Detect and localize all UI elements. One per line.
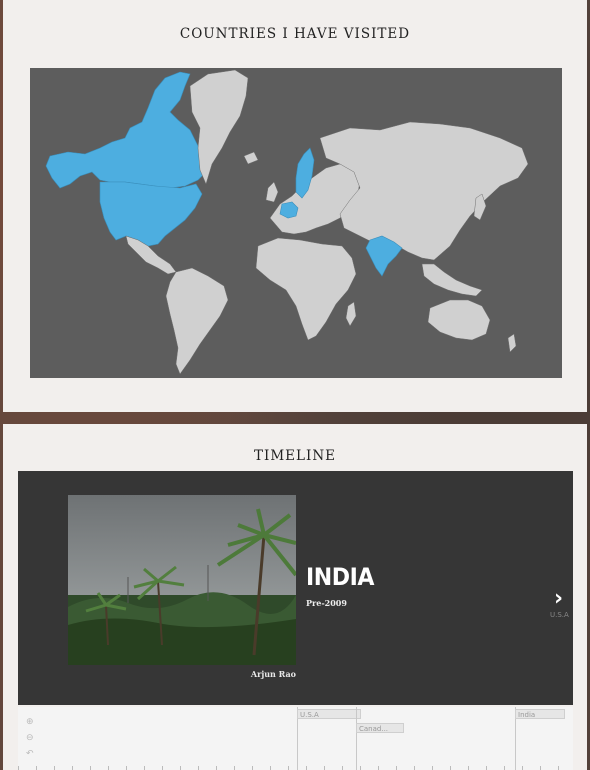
next-slide-label[interactable]: U.S.A <box>550 611 569 619</box>
zoom-out-icon[interactable]: ⊖ <box>26 733 36 743</box>
timeline-marker-india[interactable]: India <box>515 709 565 719</box>
timeline-section-title: Timeline <box>254 448 336 464</box>
palm-trees-image <box>68 495 296 665</box>
land-africa <box>255 237 357 341</box>
land-uk <box>265 181 279 203</box>
timeline-navigator[interactable]: ⊕ ⊖ ↶ U.S.A Canad... India <box>18 707 573 770</box>
marker-line <box>356 707 357 770</box>
photo-credit: Arjun Rao <box>250 669 296 679</box>
slide-headline: INDIA <box>306 563 375 591</box>
back-icon[interactable]: ↶ <box>26 749 36 759</box>
zoom-in-icon[interactable]: ⊕ <box>26 717 36 727</box>
country-canada[interactable] <box>45 71 209 189</box>
world-map-svg <box>45 69 529 375</box>
map-section-title: Countries I have visited <box>179 26 411 42</box>
slide-photo <box>68 495 296 665</box>
slide-date: Pre-2009 <box>306 598 347 608</box>
land-south-america <box>165 267 229 375</box>
land-iceland <box>243 151 259 165</box>
land-new-zealand <box>507 333 517 353</box>
chevron-right-icon[interactable]: › <box>554 587 568 611</box>
timeline-panel: Timeline <box>3 424 587 770</box>
land-se-asia <box>421 263 483 297</box>
map-panel: Countries I have visited <box>3 0 587 412</box>
land-australia <box>427 299 491 341</box>
country-usa[interactable] <box>99 181 203 247</box>
world-map[interactable] <box>30 68 562 378</box>
timeline-marker-canada[interactable]: Canad... <box>356 723 404 733</box>
timeline-slide: Arjun Rao INDIA Pre-2009 › U.S.A <box>18 471 573 705</box>
timeline-marker-usa[interactable]: U.S.A <box>297 709 361 719</box>
timeline-ticks <box>18 766 573 770</box>
land-madagascar <box>345 301 357 327</box>
